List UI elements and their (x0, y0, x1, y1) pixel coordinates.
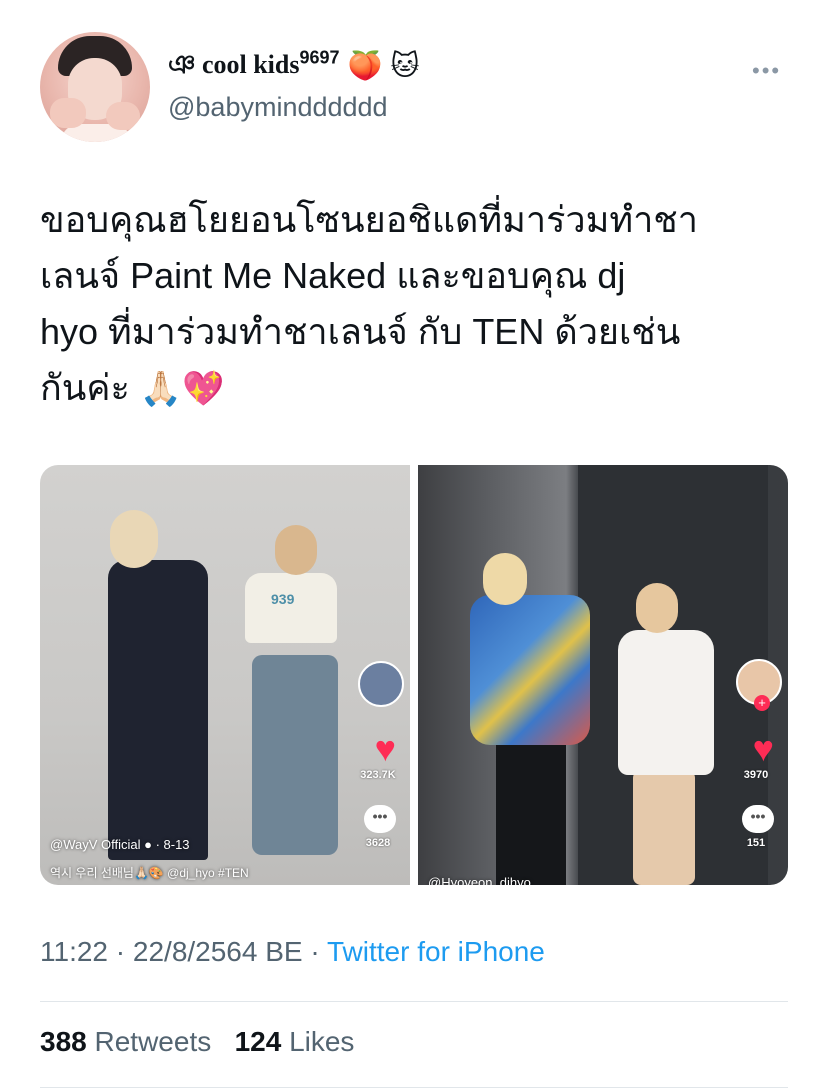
tweet-line: hyo ที่มาร่วมทำชาเลนจ์ กับ TEN ด้วยเช่น (40, 311, 681, 352)
comment-icon[interactable]: ••• (742, 805, 774, 833)
tweet-stats: 388 Retweets 124 Likes (40, 1026, 354, 1058)
tweet-time[interactable]: 11:22 (40, 936, 108, 967)
avatar-hand (106, 102, 140, 130)
media-image-1[interactable]: 939 ♥ 323.7K ••• 3628 @WayV Official ● ·… (40, 465, 410, 885)
tiktok-avatar[interactable] (358, 661, 404, 707)
tweet-text: ขอบคุณฮโยยอนโซนยอชิแดที่มาร่วมทำชา เลนจ์… (40, 192, 790, 416)
tweet-source-link[interactable]: Twitter for iPhone (327, 936, 545, 967)
likes-stat[interactable]: 124 Likes (235, 1026, 355, 1057)
like-count: 3970 (743, 769, 769, 781)
person-top: 939 (245, 573, 337, 643)
avatar-hand (50, 98, 86, 128)
comment-icon[interactable]: ••• (364, 805, 396, 833)
shirt-print: 939 (271, 591, 295, 607)
tiktok-caption: 역시 우리 선배님🙏🏻🎨 @dj_hyo #TEN (50, 866, 249, 880)
peach-icon: 🍑 (347, 50, 383, 81)
avatar[interactable] (40, 32, 150, 142)
follow-plus-icon[interactable]: + (754, 695, 770, 711)
author-name-row[interactable]: ঞ cool kids9697 🍑 🐱 (168, 47, 420, 84)
like-count: 323.7K (360, 769, 396, 781)
person-head (110, 510, 158, 568)
person-head (483, 553, 527, 605)
media-image-2[interactable]: + ♥ 3970 ••• 151 @Hyoyeon_djhyo (418, 465, 788, 885)
retweets-stat[interactable]: 388 Retweets (40, 1026, 211, 1057)
tweet-date[interactable]: 22/8/2564 BE (133, 936, 303, 967)
person-legs (496, 740, 566, 885)
tiktok-username: @Hyoyeon_djhyo (428, 875, 531, 885)
heart-icon[interactable]: ♥ (375, 731, 396, 767)
tweet-line: กันค่ะ 🙏🏻💖 (40, 367, 225, 408)
person-head (275, 525, 317, 575)
person-jacket (470, 595, 590, 745)
folded-hands-sparkling-heart-icon: 🙏🏻💖 (139, 370, 225, 408)
person-head (636, 583, 678, 633)
display-name[interactable]: ঞ cool kids9697 (168, 44, 340, 88)
user-handle[interactable]: @babymindddddd (168, 92, 388, 123)
display-name-superscript: 9697 (299, 47, 340, 68)
tweet-line: ขอบคุณฮโยยอนโซนยอชิแดที่มาร่วมทำชา (40, 199, 698, 240)
heart-icon[interactable]: ♥ (753, 731, 774, 767)
more-options-icon[interactable]: ••• (752, 58, 781, 84)
person-legs (633, 770, 695, 885)
person-dress (618, 630, 714, 775)
divider (40, 1001, 788, 1002)
tweet-meta: 11:22 · 22/8/2564 BE · Twitter for iPhon… (40, 936, 545, 967)
divider (40, 1087, 788, 1088)
comment-count: 151 (746, 837, 766, 849)
tiktok-username: @WayV Official ● · 8-13 (50, 837, 190, 852)
tweet-line: เลนจ์ Paint Me Naked และขอบคุณ dj (40, 255, 626, 296)
comment-count: 3628 (365, 837, 391, 849)
media-grid: 939 ♥ 323.7K ••• 3628 @WayV Official ● ·… (40, 465, 788, 885)
cat-face-icon: 🐱 (390, 50, 420, 81)
person-figure (108, 560, 208, 860)
person-pants (252, 655, 338, 855)
